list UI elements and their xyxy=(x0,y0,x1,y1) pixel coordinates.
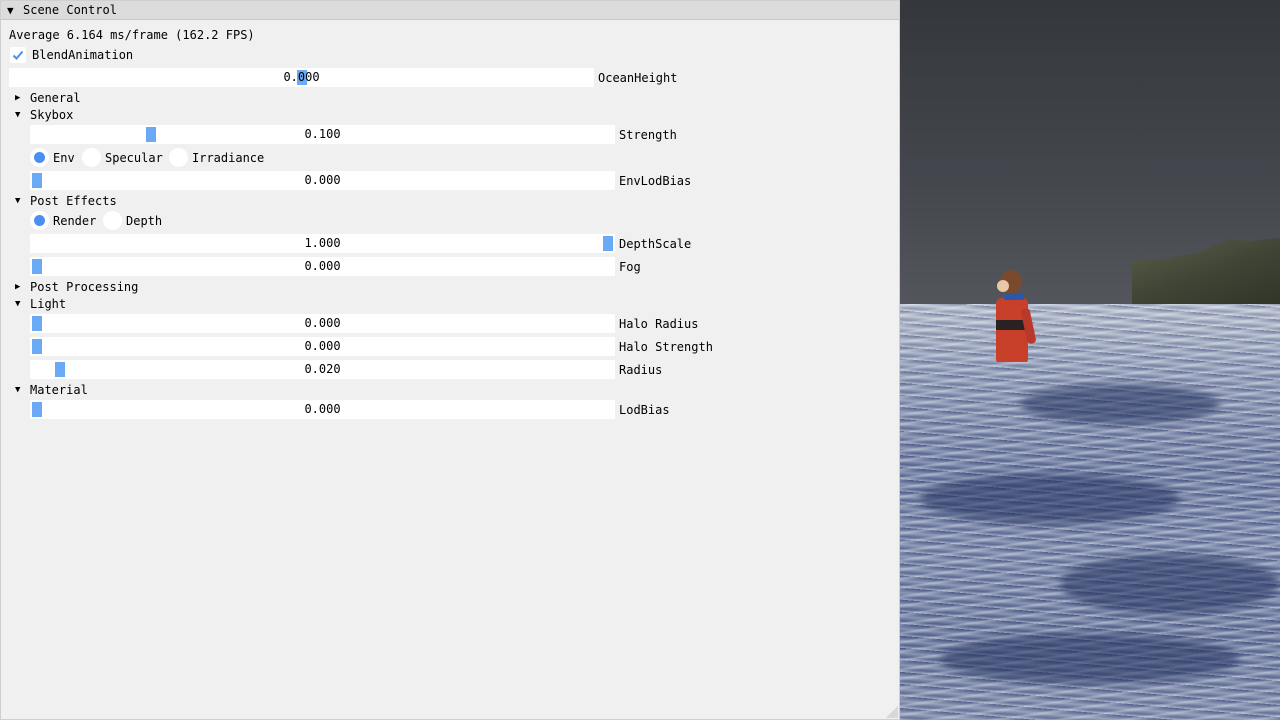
radio-depth-label[interactable]: Depth xyxy=(126,214,162,228)
ocean-surface xyxy=(900,304,1280,720)
section-light-header[interactable]: Light xyxy=(30,297,66,311)
triangle-right-icon[interactable]: ▶ xyxy=(15,280,20,294)
wave-shadow xyxy=(920,474,1180,524)
slider-value: 1.000 xyxy=(304,236,341,250)
section-general-header[interactable]: General xyxy=(30,91,81,105)
slider-value: 0.020 xyxy=(304,362,341,376)
radio-selected-dot xyxy=(34,152,45,163)
section-post-effects-header[interactable]: Post Effects xyxy=(30,194,117,208)
skybox-strength-slider[interactable]: 0.100 xyxy=(30,125,615,144)
character-face xyxy=(997,280,1009,292)
slider-value: 0.000 xyxy=(283,70,320,84)
scene-viewport[interactable] xyxy=(900,0,1280,720)
triangle-down-icon[interactable]: ▼ xyxy=(15,383,20,397)
radio-selected-dot xyxy=(34,215,45,226)
wave-shadow xyxy=(1020,384,1220,424)
section-post-processing-header[interactable]: Post Processing xyxy=(30,280,138,294)
fog-slider[interactable]: 0.000 xyxy=(30,257,615,276)
lod-bias-slider[interactable]: 0.000 xyxy=(30,400,615,419)
collapse-window-icon[interactable]: ▼ xyxy=(7,4,14,17)
env-lod-bias-slider[interactable]: 0.000 xyxy=(30,171,615,190)
skybox-strength-label: Strength xyxy=(619,128,677,142)
radio-depth[interactable] xyxy=(103,211,122,230)
depth-scale-slider[interactable]: 1.000 xyxy=(30,234,615,253)
wave-shadow xyxy=(1060,554,1280,614)
halo-strength-label: Halo Strength xyxy=(619,340,713,354)
slider-value: 0.000 xyxy=(304,339,341,353)
window-title: Scene Control xyxy=(23,3,117,17)
light-radius-label: Radius xyxy=(619,363,663,377)
triangle-down-icon[interactable]: ▼ xyxy=(15,297,20,311)
character-collar xyxy=(1004,294,1024,300)
window-title-bar[interactable]: ▼ Scene Control xyxy=(1,1,899,20)
halo-radius-slider[interactable]: 0.000 xyxy=(30,314,615,333)
blend-animation-label: BlendAnimation xyxy=(32,48,134,62)
check-icon xyxy=(12,50,24,60)
slider-value: 0.000 xyxy=(304,402,341,416)
depth-scale-label: DepthScale xyxy=(619,237,692,251)
ocean-height-slider[interactable]: 0.000 xyxy=(9,68,594,87)
slider-value: 0.000 xyxy=(304,173,341,187)
scene-control-window[interactable]: ▼ Scene Control Average 6.164 ms/frame (… xyxy=(0,0,900,720)
slider-value: 0.100 xyxy=(304,127,341,141)
radio-irradiance[interactable] xyxy=(169,148,188,167)
fps-stats: Average 6.164 ms/frame (162.2 FPS) xyxy=(9,28,255,42)
light-radius-slider[interactable]: 0.020 xyxy=(30,360,615,379)
section-material-header[interactable]: Material xyxy=(30,383,88,397)
slider-value: 0.000 xyxy=(304,259,341,273)
lod-bias-label: LodBias xyxy=(619,403,670,417)
triangle-down-icon[interactable]: ▼ xyxy=(15,108,20,122)
character-figure xyxy=(990,268,1037,368)
radio-specular-label[interactable]: Specular xyxy=(105,151,163,165)
halo-radius-label: Halo Radius xyxy=(619,317,699,331)
radio-irradiance-label[interactable]: Irradiance xyxy=(192,151,264,165)
radio-specular[interactable] xyxy=(82,148,101,167)
radio-env[interactable] xyxy=(30,148,49,167)
resize-grip[interactable] xyxy=(886,706,898,718)
section-skybox-header[interactable]: Skybox xyxy=(30,108,73,122)
blend-animation-checkbox[interactable] xyxy=(10,47,26,63)
env-lod-bias-label: EnvLodBias xyxy=(619,174,692,188)
fog-label: Fog xyxy=(619,260,641,274)
radio-render[interactable] xyxy=(30,211,49,230)
slider-value: 0.000 xyxy=(304,316,341,330)
radio-env-label[interactable]: Env xyxy=(53,151,75,165)
triangle-down-icon[interactable]: ▼ xyxy=(15,194,20,208)
radio-render-label[interactable]: Render xyxy=(53,214,96,228)
triangle-right-icon[interactable]: ▶ xyxy=(15,91,20,105)
wave-shadow xyxy=(940,634,1240,684)
ocean-height-label: OceanHeight xyxy=(598,71,678,85)
halo-strength-slider[interactable]: 0.000 xyxy=(30,337,615,356)
